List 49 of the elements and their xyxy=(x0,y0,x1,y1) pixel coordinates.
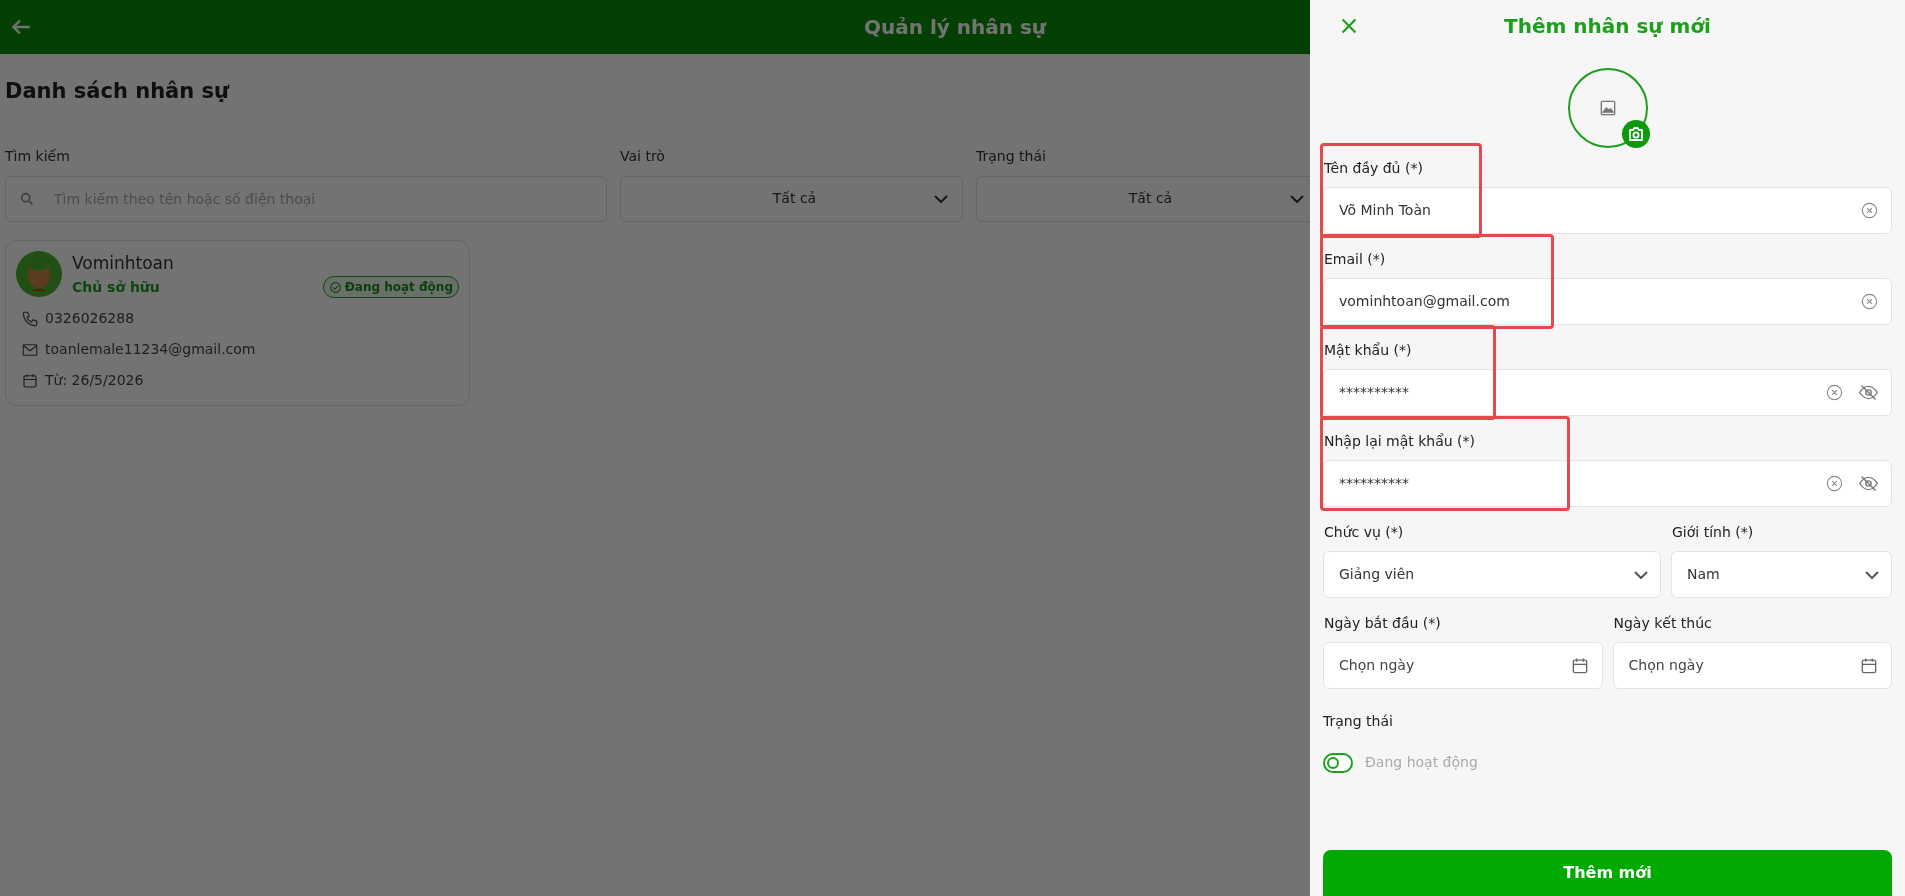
clear-icon xyxy=(1825,474,1844,493)
camera-icon xyxy=(1621,120,1650,148)
date-field[interactable]: Chọn ngày xyxy=(1323,642,1603,689)
input-field[interactable]: ********** xyxy=(1323,369,1892,416)
chevron-icon xyxy=(934,194,948,203)
calendar-icon xyxy=(21,371,39,390)
clear-icon xyxy=(1860,201,1879,220)
filter-dropdown[interactable]: Tất cả xyxy=(620,175,963,222)
field-label: Trạng thái xyxy=(1323,712,1394,731)
input-field[interactable]: Võ Minh Toàn xyxy=(1323,187,1892,234)
avatar xyxy=(16,251,62,298)
staff-name: Vominhtoan xyxy=(72,251,175,275)
staff-role: Chủ sở hữu xyxy=(72,277,160,297)
panel-title: Thêm nhân sự mới xyxy=(1504,13,1711,40)
field-label: Nhập lại mật khẩu (*) xyxy=(1323,432,1477,451)
field-label: Chức vụ (*) xyxy=(1323,523,1405,542)
status-badge: Đang hoạt động xyxy=(322,276,459,298)
chevron-icon xyxy=(1865,570,1879,579)
field-label: Ngày kết thúc xyxy=(1612,614,1713,633)
phone-icon xyxy=(21,309,39,328)
staff-start-date: Từ: 26/5/2026 xyxy=(45,371,144,390)
date-field[interactable]: Chọn ngày xyxy=(1612,642,1892,689)
filter-dropdown[interactable]: Tất cả xyxy=(976,175,1310,222)
staff-card[interactable]: Vominhtoan Chủ sở hữu Đang hoạt động 0326026288 toanlemale11234@gmail.com Từ: 26/5/2026 xyxy=(5,239,470,406)
filter-label: Tìm kiếm xyxy=(5,146,71,166)
field-label: Mật khẩu (*) xyxy=(1323,341,1413,360)
status-toggle[interactable] xyxy=(1323,752,1353,773)
filter-label: Trạng thái xyxy=(976,146,1047,166)
field-label: Email (*) xyxy=(1323,250,1387,269)
clear-icon xyxy=(1825,383,1844,402)
chevron-icon xyxy=(1290,194,1304,203)
search-icon xyxy=(19,190,35,207)
filter-label: Vai trò xyxy=(620,146,666,166)
chevron-icon xyxy=(1634,570,1648,579)
dropdown-field[interactable]: Nam xyxy=(1671,551,1892,598)
page-title: Danh sách nhân sự xyxy=(5,78,231,105)
field-label: Tên đầy đủ (*) xyxy=(1323,159,1424,178)
dropdown-field[interactable]: Giảng viên xyxy=(1323,551,1661,598)
input-field[interactable]: ********** xyxy=(1323,460,1892,507)
staff-email: toanlemale11234@gmail.com xyxy=(45,340,256,359)
header-title: Quản lý nhân sự xyxy=(862,14,1047,41)
field-label: Ngày bắt đầu (*) xyxy=(1323,614,1442,633)
field-label: Giới tính (*) xyxy=(1671,523,1755,542)
input-field[interactable]: vominhtoan@gmail.com xyxy=(1323,278,1892,325)
check-icon xyxy=(328,280,342,294)
toggle-label: Đang hoạt động xyxy=(1365,753,1478,772)
clear-icon xyxy=(1860,292,1879,311)
staff-phone: 0326026288 xyxy=(45,309,135,328)
avatar-upload[interactable] xyxy=(1567,68,1648,148)
